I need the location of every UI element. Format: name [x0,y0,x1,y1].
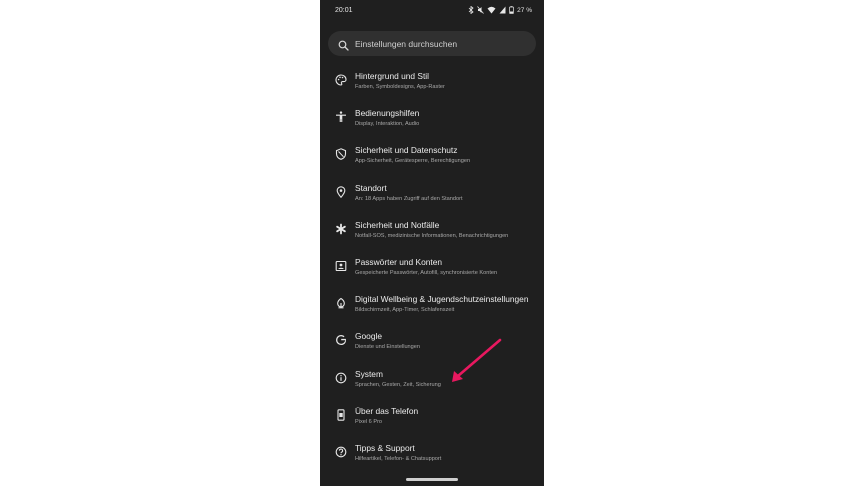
item-subtitle: Dienste und Einstellungen [355,344,420,351]
item-subtitle: Display, Interaktion, Audio [355,121,420,128]
item-subtitle: An: 18 Apps haben Zugriff auf den Stando… [355,195,463,202]
mute-icon [477,6,484,14]
home-gesture-bar[interactable] [406,478,458,481]
item-subtitle: App-Sicherheit, Gerätesperre, Berechtigu… [355,158,471,165]
item-title: Bedienungshilfen [355,108,420,119]
bluetooth-icon [468,6,474,14]
settings-item-standort[interactable]: Standort An: 18 Apps haben Zugriff auf d… [320,175,544,212]
item-subtitle: Pixel 6 Pro [355,418,383,425]
settings-item-ueber-telefon[interactable]: Über das Telefon Pixel 6 Pro [320,398,544,435]
settings-item-google[interactable]: Google Dienste und Einstellungen [320,323,544,360]
item-title: Sicherheit und Notfälle [355,219,440,230]
item-title: Google [355,331,383,342]
info-icon [335,372,347,384]
status-icons: 27 % [468,6,532,14]
item-subtitle: Gespeicherte Passwörter, Autofill, synch… [355,269,498,276]
phone-icon [335,408,347,421]
item-title: Tipps & Support [355,442,415,453]
item-title: Digital Wellbeing & Jugendschutzeinstell… [355,294,529,305]
item-title: System [355,368,383,379]
location-icon [335,185,347,198]
shield-icon [335,148,347,161]
signal-icon [499,6,506,14]
settings-item-bedienungshilfen[interactable]: Bedienungshilfen Display, Interaktion, A… [320,100,544,137]
wellbeing-icon [335,297,347,309]
item-title: Passwörter und Konten [355,256,443,267]
settings-list: Hintergrund und Stil Farben, Symboldesig… [320,63,544,472]
search-icon [338,38,349,51]
search-placeholder: Einstellungen durchsuchen [355,38,458,49]
status-bar: 20:01 27 % [320,0,544,22]
settings-item-tipps-support[interactable]: Tipps & Support Hilfeartikel, Telefon- &… [320,435,544,472]
item-title: Standort [355,182,387,193]
battery-icon [509,6,515,14]
item-title: Sicherheit und Datenschutz [355,145,458,156]
item-subtitle: Sprachen, Gesten, Zeit, Sicherung [355,381,441,388]
item-title: Über das Telefon [355,405,419,416]
item-subtitle: Farben, Symboldesigns, App-Raster [355,84,445,90]
asterisk-icon [335,223,347,235]
item-subtitle: Hilfeartikel, Telefon- & Chatsupport [355,455,442,462]
settings-item-sicherheit-datenschutz[interactable]: Sicherheit und Datenschutz App-Sicherhei… [320,137,544,174]
phone-screen: 20:01 27 % Einstellungen durchsuchen Hin… [320,0,544,486]
settings-item-hintergrund[interactable]: Hintergrund und Stil Farben, Symboldesig… [320,63,544,100]
google-icon [335,334,347,346]
item-title: Hintergrund und Stil [355,71,430,81]
account-card-icon [335,260,347,272]
settings-item-sicherheit-notfaelle[interactable]: Sicherheit und Notfälle Notfall-SOS, med… [320,212,544,249]
status-time: 20:01 [335,7,353,14]
accessibility-icon [335,111,347,123]
help-icon [335,446,347,458]
battery-percent: 27 % [517,6,532,14]
item-subtitle: Notfall-SOS, medizinische Informationen,… [355,232,509,239]
wifi-icon [487,6,496,14]
palette-icon [335,74,347,86]
settings-item-passwoerter[interactable]: Passwörter und Konten Gespeicherte Passw… [320,249,544,286]
item-subtitle: Bildschirmzeit, App-Timer, Schlafenszeit [355,307,455,314]
settings-item-digital-wellbeing[interactable]: Digital Wellbeing & Jugendschutzeinstell… [320,286,544,323]
settings-item-system[interactable]: System Sprachen, Gesten, Zeit, Sicherung [320,361,544,398]
search-bar[interactable]: Einstellungen durchsuchen [328,31,536,56]
